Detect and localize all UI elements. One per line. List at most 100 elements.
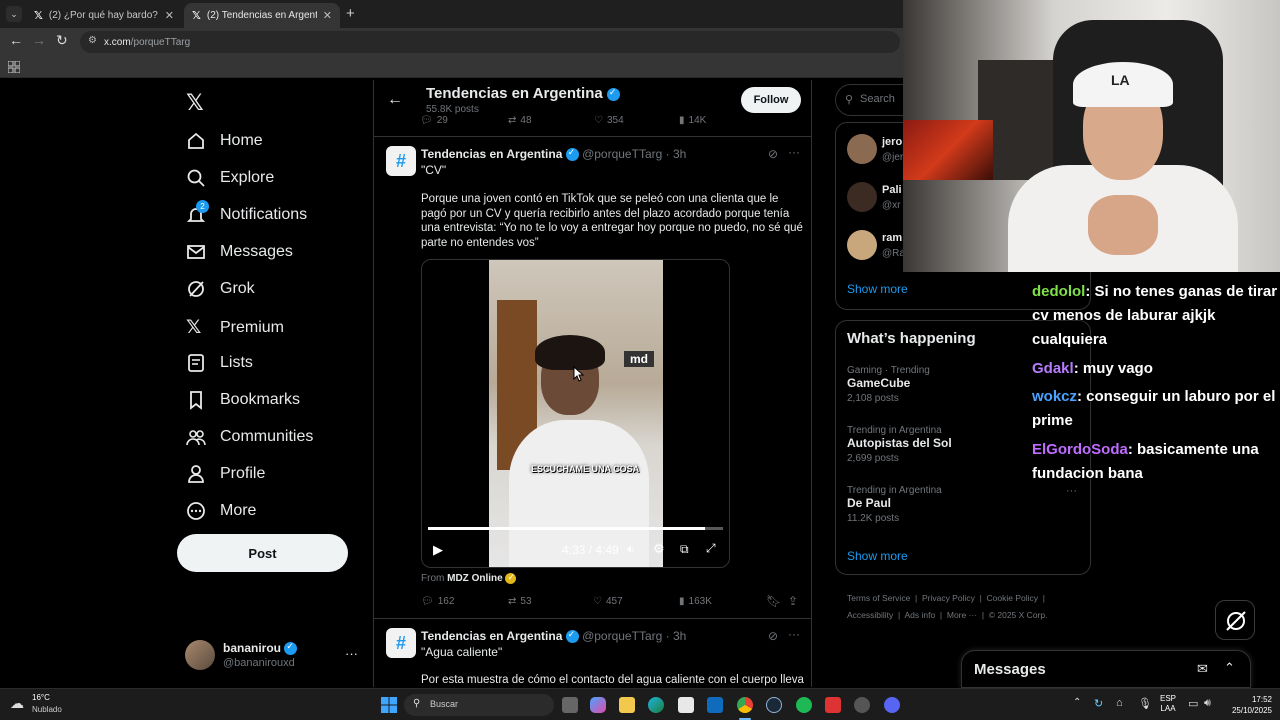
- tray-app-icon[interactable]: ↻: [1094, 697, 1103, 710]
- repost-icon: ⇄: [508, 596, 517, 607]
- microphone-icon[interactable]: 🎙︎: [1138, 697, 1152, 710]
- follow-button[interactable]: Follow: [741, 87, 801, 113]
- messages-drawer[interactable]: Messages ✉ ⌃: [961, 650, 1251, 688]
- steam-icon[interactable]: [766, 697, 782, 713]
- footer-link[interactable]: More ···: [947, 610, 977, 620]
- clock[interactable]: 17:52 25/10/2025: [1222, 694, 1272, 716]
- account-switcher[interactable]: bananirou @bananirouxd ···: [185, 640, 365, 674]
- voicemod-icon[interactable]: [825, 697, 841, 713]
- store-icon[interactable]: [678, 697, 694, 713]
- wifi-icon[interactable]: ▭: [1188, 697, 1198, 710]
- fullscreen-icon[interactable]: ⤢: [706, 541, 716, 556]
- back-arrow-icon[interactable]: ←: [387, 91, 403, 109]
- nav-grok[interactable]: Grok: [186, 279, 255, 299]
- copilot-icon[interactable]: [590, 697, 606, 713]
- tweet-avatar[interactable]: #: [386, 628, 416, 658]
- reload-icon[interactable]: ↻: [56, 32, 68, 49]
- show-more-link[interactable]: Show more: [847, 282, 908, 296]
- like-button[interactable]: ♡ 354: [594, 115, 624, 126]
- outlook-icon[interactable]: [707, 697, 723, 713]
- pip-icon[interactable]: ⧉: [680, 542, 689, 557]
- views-button[interactable]: ▮ 163K: [679, 596, 712, 607]
- footer-link[interactable]: Accessibility: [847, 610, 893, 620]
- reply-button[interactable]: 💬︎ 162: [421, 596, 454, 607]
- volume-icon[interactable]: 🔉︎: [627, 542, 635, 557]
- weather-widget[interactable]: ☁ 16°C Nublado: [10, 693, 90, 717]
- settings-gear-icon[interactable]: ⚙: [653, 541, 665, 557]
- show-more-link[interactable]: Show more: [847, 549, 908, 563]
- close-icon[interactable]: ✕: [165, 9, 174, 22]
- share-icon[interactable]: ⇪: [788, 594, 798, 608]
- footer-link[interactable]: Privacy Policy: [922, 593, 975, 603]
- spotify-icon[interactable]: [796, 697, 812, 713]
- tab-tendencias[interactable]: 𝕏 (2) Tendencias en Argentina (@ ✕: [184, 3, 340, 28]
- tray-network-icon[interactable]: ⌂: [1116, 697, 1123, 709]
- video-player[interactable]: md ESCUCHAME UNA COSA ▶ 4:33 / 4:49 🔉︎ ⚙…: [421, 259, 730, 568]
- more-dots-icon[interactable]: ···: [788, 627, 800, 641]
- views-button[interactable]: ▮ 14K: [679, 115, 706, 126]
- close-icon[interactable]: ✕: [323, 9, 332, 22]
- file-explorer-icon[interactable]: [619, 697, 635, 713]
- language-indicator[interactable]: ESP LAA: [1160, 694, 1176, 714]
- apps-grid-icon[interactable]: [7, 60, 21, 74]
- task-view-icon[interactable]: [562, 697, 578, 713]
- grok-icon[interactable]: ⊘: [768, 629, 778, 643]
- tweet-avatar[interactable]: #: [386, 146, 416, 176]
- address-bar[interactable]: ⚙ x.com/porqueTTarg: [80, 31, 900, 53]
- footer-link[interactable]: Ads info: [904, 610, 935, 620]
- footer-link[interactable]: Cookie Policy: [987, 593, 1039, 603]
- nav-more[interactable]: More: [186, 501, 256, 521]
- repost-button[interactable]: ⇄ 48: [508, 115, 532, 126]
- forward-icon[interactable]: →: [32, 32, 46, 48]
- tab-search-menu-icon[interactable]: ⌄: [6, 6, 22, 22]
- verified-icon: [565, 629, 579, 644]
- footer-link[interactable]: Terms of Service: [847, 593, 910, 603]
- grok-icon[interactable]: ⊘: [768, 147, 778, 161]
- tweet-time[interactable]: 3h: [673, 147, 686, 161]
- grok-floating-button[interactable]: [1215, 600, 1255, 640]
- tweet-time[interactable]: 3h: [673, 629, 686, 643]
- chat-message: ElGordoSoda: basicamente una fundacion b…: [1032, 438, 1280, 486]
- x-logo-icon[interactable]: 𝕏: [186, 90, 204, 116]
- tab-por-que-hay-bardo[interactable]: 𝕏 (2) ¿Por qué hay bardo? on X: " ✕: [26, 3, 182, 28]
- new-tab-icon[interactable]: +: [346, 5, 355, 22]
- tab-title: (2) ¿Por qué hay bardo? on X: ": [48, 10, 159, 21]
- suggestion-name: ram: [882, 232, 903, 244]
- like-button[interactable]: ♡ 457: [593, 596, 623, 607]
- more-dots-icon[interactable]: ···: [345, 646, 358, 661]
- new-message-icon[interactable]: ✉: [1197, 661, 1208, 677]
- tweet-author-handle[interactable]: @porqueTTarg: [582, 629, 662, 643]
- start-button[interactable]: [381, 697, 397, 713]
- reply-button[interactable]: 💬︎ 29: [420, 115, 448, 126]
- chrome-icon[interactable]: [737, 697, 753, 713]
- from-source[interactable]: MDZ Online: [447, 573, 503, 584]
- nav-messages[interactable]: Messages: [186, 242, 293, 262]
- nav-lists[interactable]: Lists: [186, 353, 253, 373]
- nav-label: Communities: [220, 428, 314, 445]
- video-progress-track[interactable]: [428, 527, 723, 530]
- settings-app-icon[interactable]: [854, 697, 870, 713]
- more-dots-icon[interactable]: ···: [788, 145, 800, 159]
- repost-button[interactable]: ⇄ 53: [508, 596, 532, 607]
- nav-bookmarks[interactable]: Bookmarks: [186, 390, 300, 410]
- taskbar-search[interactable]: ⚲ Buscar: [404, 694, 554, 716]
- expand-icon[interactable]: ⌃: [1224, 660, 1235, 676]
- play-icon[interactable]: ▶: [433, 542, 443, 558]
- post-button[interactable]: Post: [177, 534, 348, 572]
- bookmark-icon[interactable]: 🔖︎: [766, 594, 781, 608]
- tweet-author-name[interactable]: Tendencias en Argentina: [421, 147, 562, 161]
- nav-communities[interactable]: Communities: [186, 427, 313, 447]
- tweet-author-handle[interactable]: @porqueTTarg: [582, 147, 662, 161]
- edge-icon[interactable]: [648, 697, 664, 713]
- nav-explore[interactable]: Explore: [186, 168, 274, 188]
- nav-notifications[interactable]: 2 Notifications: [186, 200, 307, 225]
- back-icon[interactable]: ←: [9, 32, 23, 48]
- nav-premium[interactable]: 𝕏 Premium: [186, 316, 284, 339]
- site-info-icon[interactable]: ⚙: [88, 35, 97, 46]
- discord-icon[interactable]: [884, 697, 900, 713]
- nav-home[interactable]: Home: [186, 131, 263, 151]
- tray-chevron-icon[interactable]: ⌃: [1073, 697, 1081, 708]
- nav-profile[interactable]: Profile: [186, 464, 265, 484]
- volume-icon[interactable]: 🔊︎: [1204, 697, 1211, 710]
- tweet-author-name[interactable]: Tendencias en Argentina: [421, 629, 562, 643]
